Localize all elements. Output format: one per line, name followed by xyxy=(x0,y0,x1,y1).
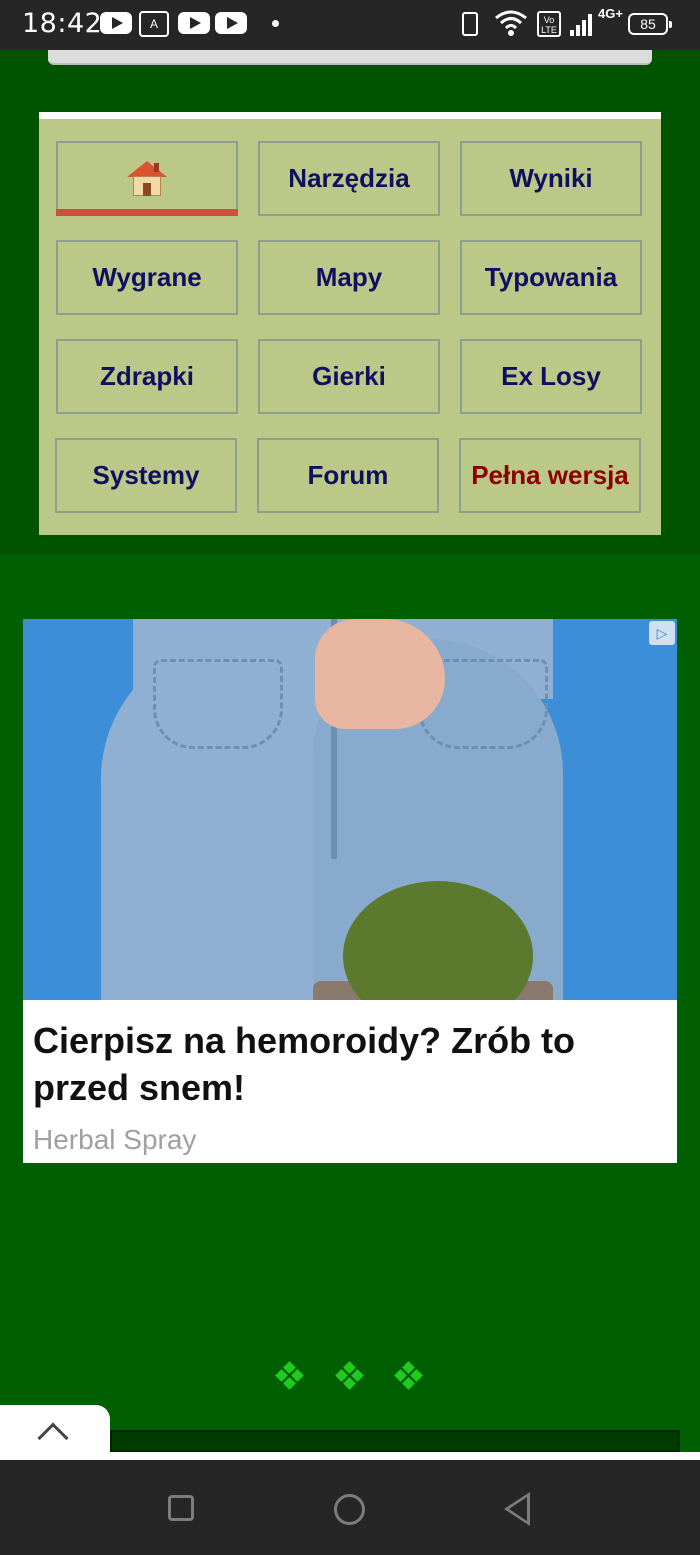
chevron-up-icon xyxy=(37,1422,69,1454)
divider xyxy=(0,1452,700,1460)
network-type: 4G+ xyxy=(598,6,623,21)
youtube-icon xyxy=(178,12,210,34)
diamond-icon xyxy=(275,1361,304,1390)
menu-home-button[interactable] xyxy=(56,141,238,216)
notification-dot-icon xyxy=(272,20,279,27)
menu-forum-button[interactable]: Forum xyxy=(257,438,439,513)
youtube-icon xyxy=(100,12,132,34)
menu-mapy-button[interactable]: Mapy xyxy=(258,240,440,315)
back-icon[interactable] xyxy=(504,1492,530,1526)
diamond-icon xyxy=(335,1361,364,1390)
menu-zdrapki-button[interactable]: Zdrapki xyxy=(56,339,238,414)
main-menu: Narzędzia Wyniki Wygrane Mapy Typowania … xyxy=(39,112,661,535)
translate-icon: A xyxy=(139,11,169,37)
house-icon xyxy=(127,160,167,197)
diamond-icon xyxy=(394,1361,423,1390)
loading-indicator xyxy=(0,1361,700,1393)
menu-typowania-button[interactable]: Typowania xyxy=(460,240,642,315)
volte-icon: Vo LTE xyxy=(537,11,561,37)
recent-apps-icon[interactable] xyxy=(168,1495,194,1521)
menu-wygrane-button[interactable]: Wygrane xyxy=(56,240,238,315)
adchoices-icon[interactable]: ▷ xyxy=(649,621,675,645)
advertisement[interactable]: ▷ Cierpisz na hemoroidy? Zrób to przed s… xyxy=(23,619,677,1163)
youtube-icon xyxy=(215,12,247,34)
active-tab-indicator xyxy=(56,209,238,216)
menu-systemy-button[interactable]: Systemy xyxy=(55,438,237,513)
signal-icon xyxy=(570,14,596,36)
menu-gierki-button[interactable]: Gierki xyxy=(258,339,440,414)
ad-headline[interactable]: Cierpisz na hemoroidy? Zrób to przed sne… xyxy=(33,1017,653,1111)
menu-pelna-wersja-button[interactable]: Pełna wersja xyxy=(459,438,641,513)
vibrate-icon xyxy=(462,12,478,36)
menu-wyniki-button[interactable]: Wyniki xyxy=(460,141,642,216)
status-time: 18:42 xyxy=(22,8,103,39)
ad-source[interactable]: Herbal Spray xyxy=(33,1124,196,1156)
menu-narzedzia-button[interactable]: Narzędzia xyxy=(258,141,440,216)
ad-image[interactable]: ▷ xyxy=(23,619,677,1000)
home-icon[interactable] xyxy=(334,1494,365,1525)
battery-icon: 85 xyxy=(628,13,672,35)
search-bar[interactable] xyxy=(48,50,652,65)
status-bar: 18:42 A Vo LTE 4G+ 85 xyxy=(0,0,700,50)
system-nav-bar xyxy=(0,1460,700,1555)
wifi-icon xyxy=(495,10,527,36)
menu-ex-losy-button[interactable]: Ex Losy xyxy=(460,339,642,414)
bottom-banner-slot xyxy=(110,1430,680,1452)
